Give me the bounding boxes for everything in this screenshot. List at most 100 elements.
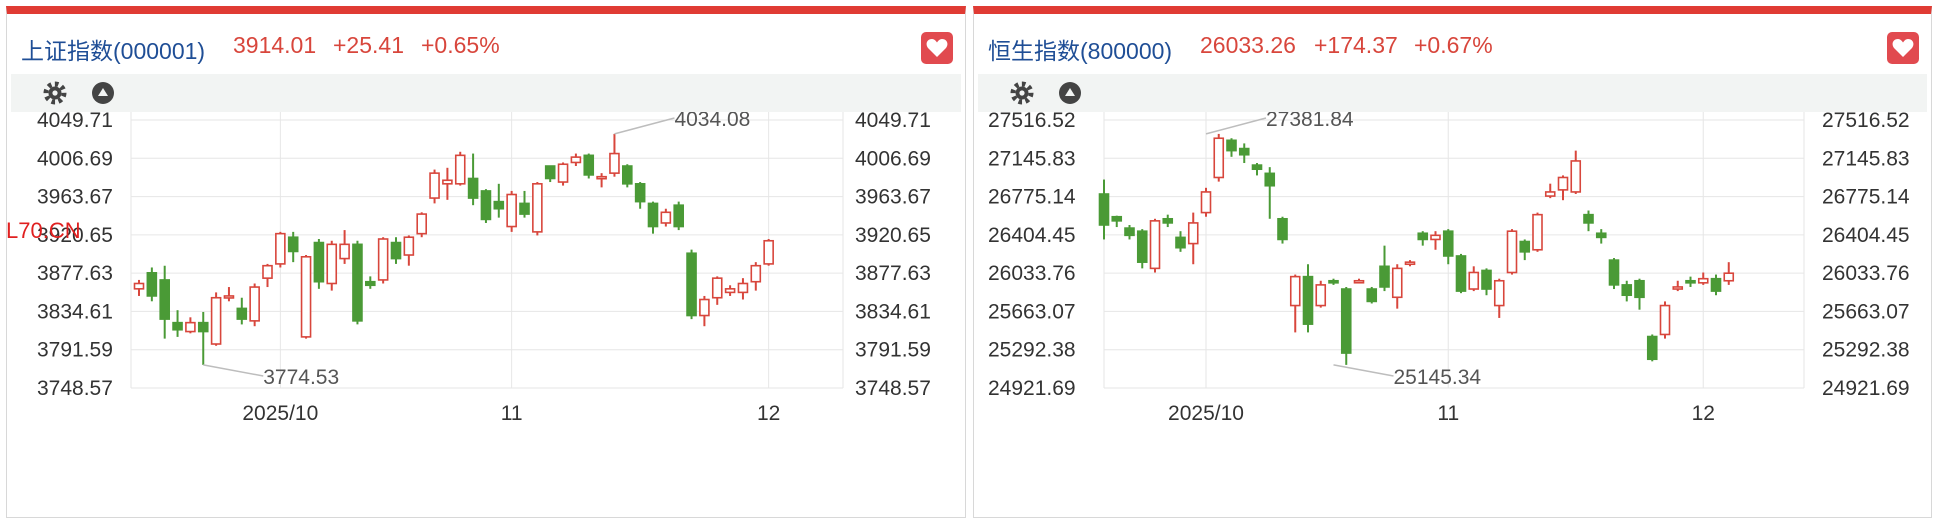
y-tick-label-right: 3920.65 bbox=[855, 224, 931, 247]
candle-body bbox=[352, 243, 363, 322]
candle-body bbox=[1379, 265, 1390, 288]
annotation-leader bbox=[203, 364, 264, 377]
favorite-button[interactable] bbox=[1887, 32, 1919, 64]
candle-body bbox=[724, 288, 736, 294]
candle-body bbox=[467, 177, 479, 199]
index-price: 26033.26 bbox=[1200, 32, 1296, 58]
candle-body bbox=[634, 183, 646, 203]
y-tick-label-right: 25663.07 bbox=[1822, 300, 1910, 323]
annotation-leader bbox=[1333, 364, 1394, 377]
candle-body bbox=[1468, 271, 1480, 290]
candle-body bbox=[1481, 269, 1492, 290]
candle-body bbox=[1595, 232, 1607, 239]
candle-body bbox=[159, 279, 170, 320]
y-tick-label-right: 25292.38 bbox=[1822, 339, 1910, 362]
candle-body bbox=[763, 239, 774, 265]
candle-body bbox=[236, 307, 248, 320]
y-tick-label-right: 3834.61 bbox=[855, 300, 931, 323]
x-tick-label: 12 bbox=[757, 402, 780, 425]
candle-body bbox=[377, 238, 389, 281]
y-tick-label-right: 24921.69 bbox=[1822, 377, 1910, 400]
candle-body bbox=[249, 286, 260, 322]
y-tick-label-left: 4049.71 bbox=[37, 112, 113, 132]
y-tick-label-right: 3877.63 bbox=[855, 262, 931, 285]
gear-icon bbox=[1010, 81, 1034, 105]
settings-button[interactable] bbox=[43, 81, 67, 105]
index-title[interactable]: 上证指数(000001) bbox=[21, 32, 205, 66]
index-price: 3914.01 bbox=[233, 32, 317, 58]
x-tick-label: 12 bbox=[1692, 402, 1715, 425]
shanghai-index-panel: 上证指数(000001) 3914.01 +25.41 +0.65% 4049.… bbox=[6, 6, 966, 518]
candle-body bbox=[146, 272, 158, 297]
candle-body bbox=[1251, 164, 1263, 171]
candle-body bbox=[287, 236, 299, 253]
heart-icon bbox=[926, 39, 948, 57]
panel-header: 上证指数(000001) 3914.01 +25.41 +0.65% bbox=[7, 14, 965, 70]
candle-body bbox=[1098, 193, 1110, 226]
candle-body bbox=[1608, 259, 1620, 286]
y-tick-label-left: 24921.69 bbox=[988, 377, 1076, 400]
candle-body bbox=[673, 204, 685, 228]
candle-body bbox=[197, 321, 209, 333]
candle-body bbox=[1685, 279, 1696, 284]
candle-body bbox=[1570, 160, 1582, 193]
candle-body bbox=[1442, 230, 1454, 257]
candle-body bbox=[1723, 272, 1735, 282]
candle-body bbox=[442, 179, 453, 185]
hang-seng-index-panel: 恒生指数(800000) 26033.26 +174.37 +0.67% 275… bbox=[973, 6, 1932, 518]
panel-header: 恒生指数(800000) 26033.26 +174.37 +0.67% bbox=[974, 14, 1931, 70]
y-tick-label-right: 26033.76 bbox=[1822, 262, 1910, 285]
y-tick-label-left: 4006.69 bbox=[37, 147, 113, 170]
index-change-pct: +0.65% bbox=[421, 32, 500, 58]
candle-body bbox=[660, 211, 672, 224]
y-tick-label-left: 26404.45 bbox=[988, 224, 1076, 247]
candlestick-chart[interactable]: 4049.71 4049.71 4006.69 4006.69 3963.67 3963.… bbox=[7, 112, 965, 518]
candle-body bbox=[1659, 304, 1671, 336]
candle-body bbox=[1430, 234, 1441, 241]
collapse-button[interactable] bbox=[1058, 81, 1082, 105]
candle-body bbox=[133, 282, 145, 290]
candle-body bbox=[1340, 288, 1352, 354]
x-tick-label: 11 bbox=[501, 402, 523, 425]
candle-body bbox=[185, 321, 196, 333]
candle-body bbox=[1404, 261, 1416, 266]
candle-body bbox=[1124, 227, 1135, 237]
candle-body bbox=[1391, 267, 1403, 299]
candle-body bbox=[300, 255, 312, 338]
candlestick-chart[interactable]: 27516.52 27516.52 27145.83 27145.83 26775.14… bbox=[974, 112, 1931, 518]
candle-body bbox=[686, 252, 697, 317]
candle-body bbox=[750, 264, 762, 283]
y-tick-label-right: 4006.69 bbox=[855, 147, 931, 170]
candle-body bbox=[1697, 277, 1709, 284]
period-high-label: 4034.08 bbox=[674, 112, 750, 131]
y-tick-label-left: 25663.07 bbox=[988, 300, 1076, 323]
candle-body bbox=[519, 202, 530, 215]
chart-toolbar bbox=[11, 74, 961, 112]
collapse-button[interactable] bbox=[91, 81, 115, 105]
candle-body bbox=[609, 152, 620, 174]
candle-body bbox=[1544, 191, 1556, 197]
y-tick-label-right: 27516.52 bbox=[1822, 112, 1910, 132]
y-tick-label-left: 27145.83 bbox=[988, 147, 1076, 170]
index-title[interactable]: 恒生指数(800000) bbox=[988, 32, 1172, 66]
candle-body bbox=[711, 277, 723, 299]
candle-body bbox=[1646, 335, 1658, 361]
period-high-label: 27381.84 bbox=[1266, 112, 1354, 131]
candle-body bbox=[429, 172, 440, 199]
candle-body bbox=[364, 280, 376, 287]
candle-body bbox=[172, 321, 183, 331]
y-tick-label-right: 26775.14 bbox=[1822, 186, 1910, 209]
y-tick-label-right: 26404.45 bbox=[1822, 224, 1910, 247]
settings-button[interactable] bbox=[1010, 81, 1034, 105]
candle-body bbox=[570, 156, 582, 164]
candle-body bbox=[1634, 279, 1645, 299]
candle-body bbox=[1366, 288, 1378, 303]
index-change: +174.37 bbox=[1314, 32, 1398, 58]
candle-body bbox=[1315, 284, 1327, 307]
triangle-up-icon bbox=[1059, 82, 1081, 104]
candle-body bbox=[1238, 147, 1250, 156]
stray-symbol-label: L70.CN bbox=[6, 218, 81, 243]
candle-body bbox=[1187, 222, 1199, 245]
favorite-button[interactable] bbox=[921, 32, 953, 64]
y-tick-label-left: 3748.57 bbox=[37, 377, 113, 400]
